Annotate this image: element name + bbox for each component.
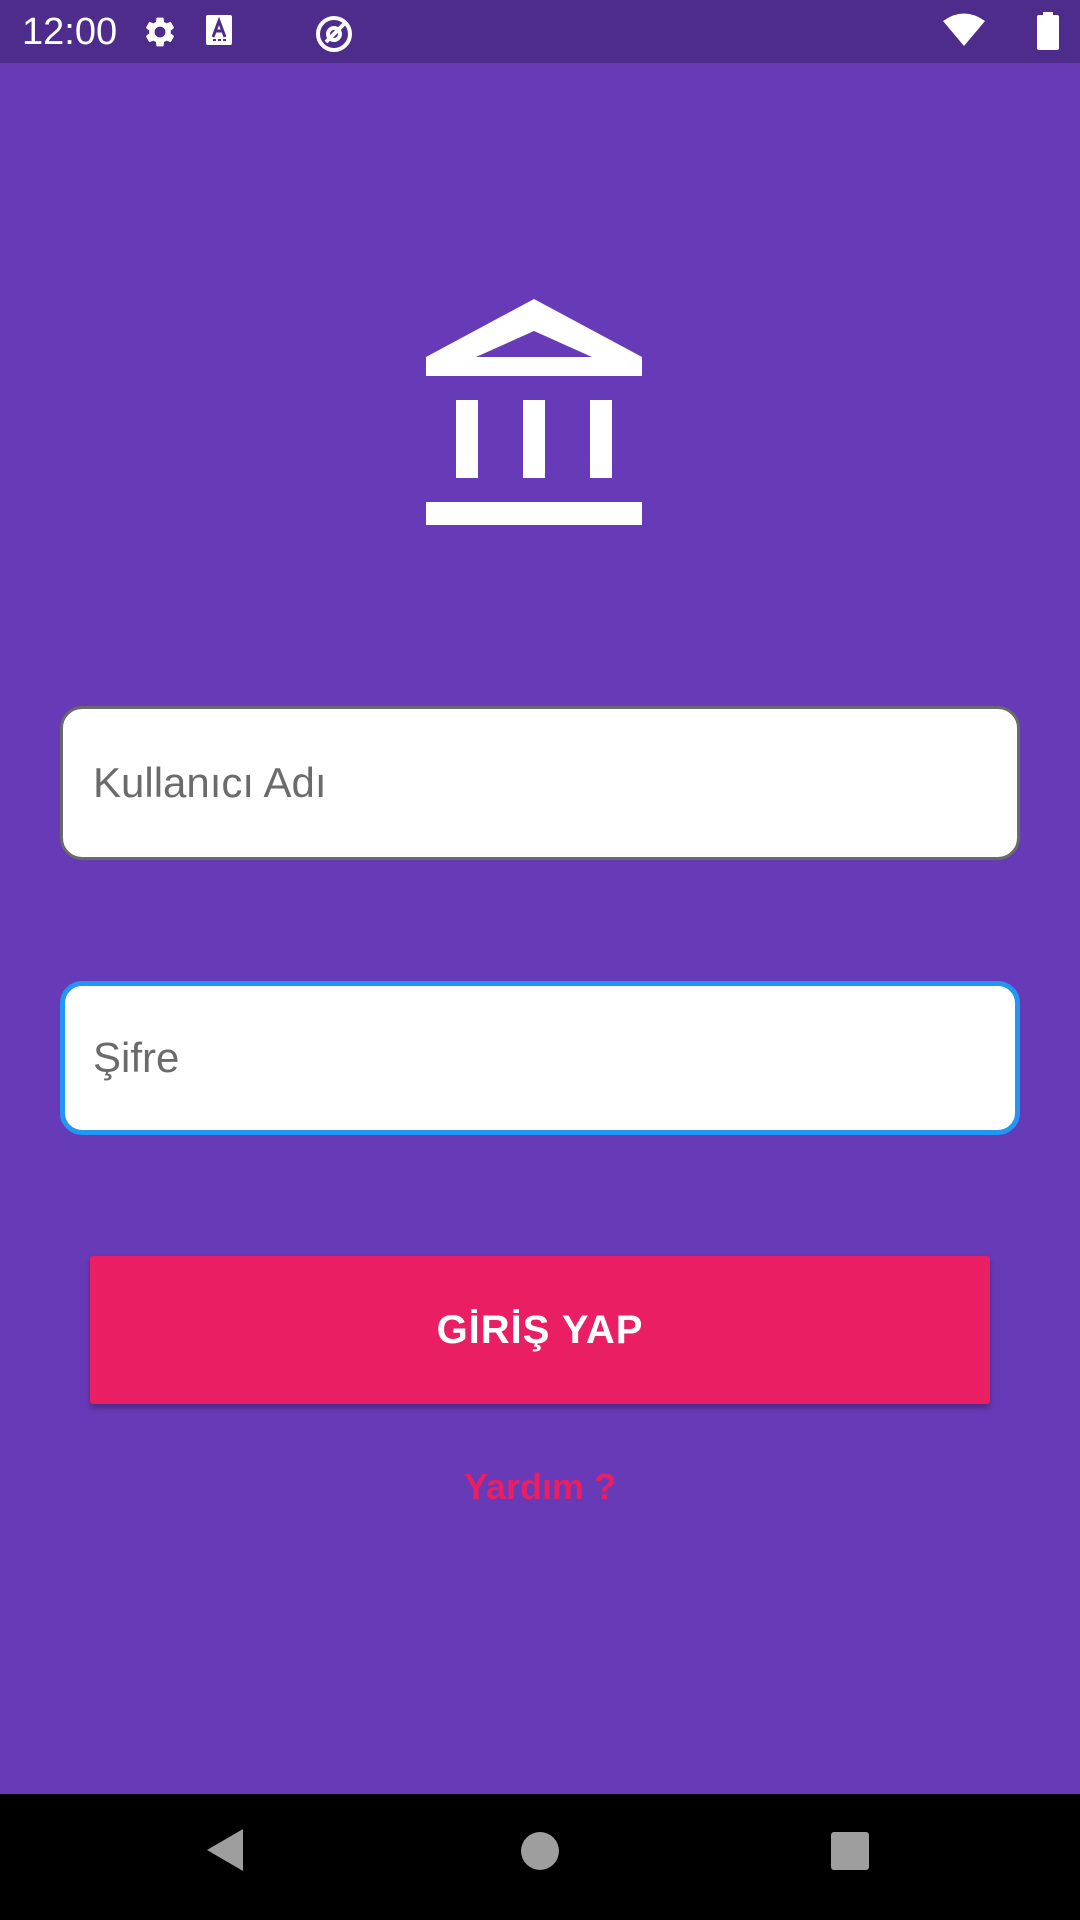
home-icon[interactable]: [520, 1831, 560, 1876]
text-a-icon: [205, 14, 233, 51]
username-field[interactable]: Kullanıcı Adı: [60, 706, 1020, 860]
login-button[interactable]: GİRİŞ YAP: [90, 1256, 990, 1404]
wifi-icon: [942, 12, 986, 53]
battery-icon: [1036, 12, 1060, 55]
at-sign-icon: [314, 14, 354, 59]
navigation-bar: [0, 1794, 1080, 1920]
password-field[interactable]: Şifre: [60, 981, 1020, 1135]
bank-building-icon: [426, 295, 642, 530]
username-placeholder: Kullanıcı Adı: [93, 759, 327, 806]
gear-icon: [142, 14, 178, 55]
recents-icon[interactable]: [830, 1831, 870, 1876]
back-icon[interactable]: [205, 1827, 245, 1878]
status-bar: 12:00: [0, 0, 1080, 63]
help-link[interactable]: Yardım ?: [0, 1462, 1080, 1512]
status-time: 12:00: [22, 11, 118, 53]
password-placeholder: Şifre: [93, 1034, 180, 1081]
